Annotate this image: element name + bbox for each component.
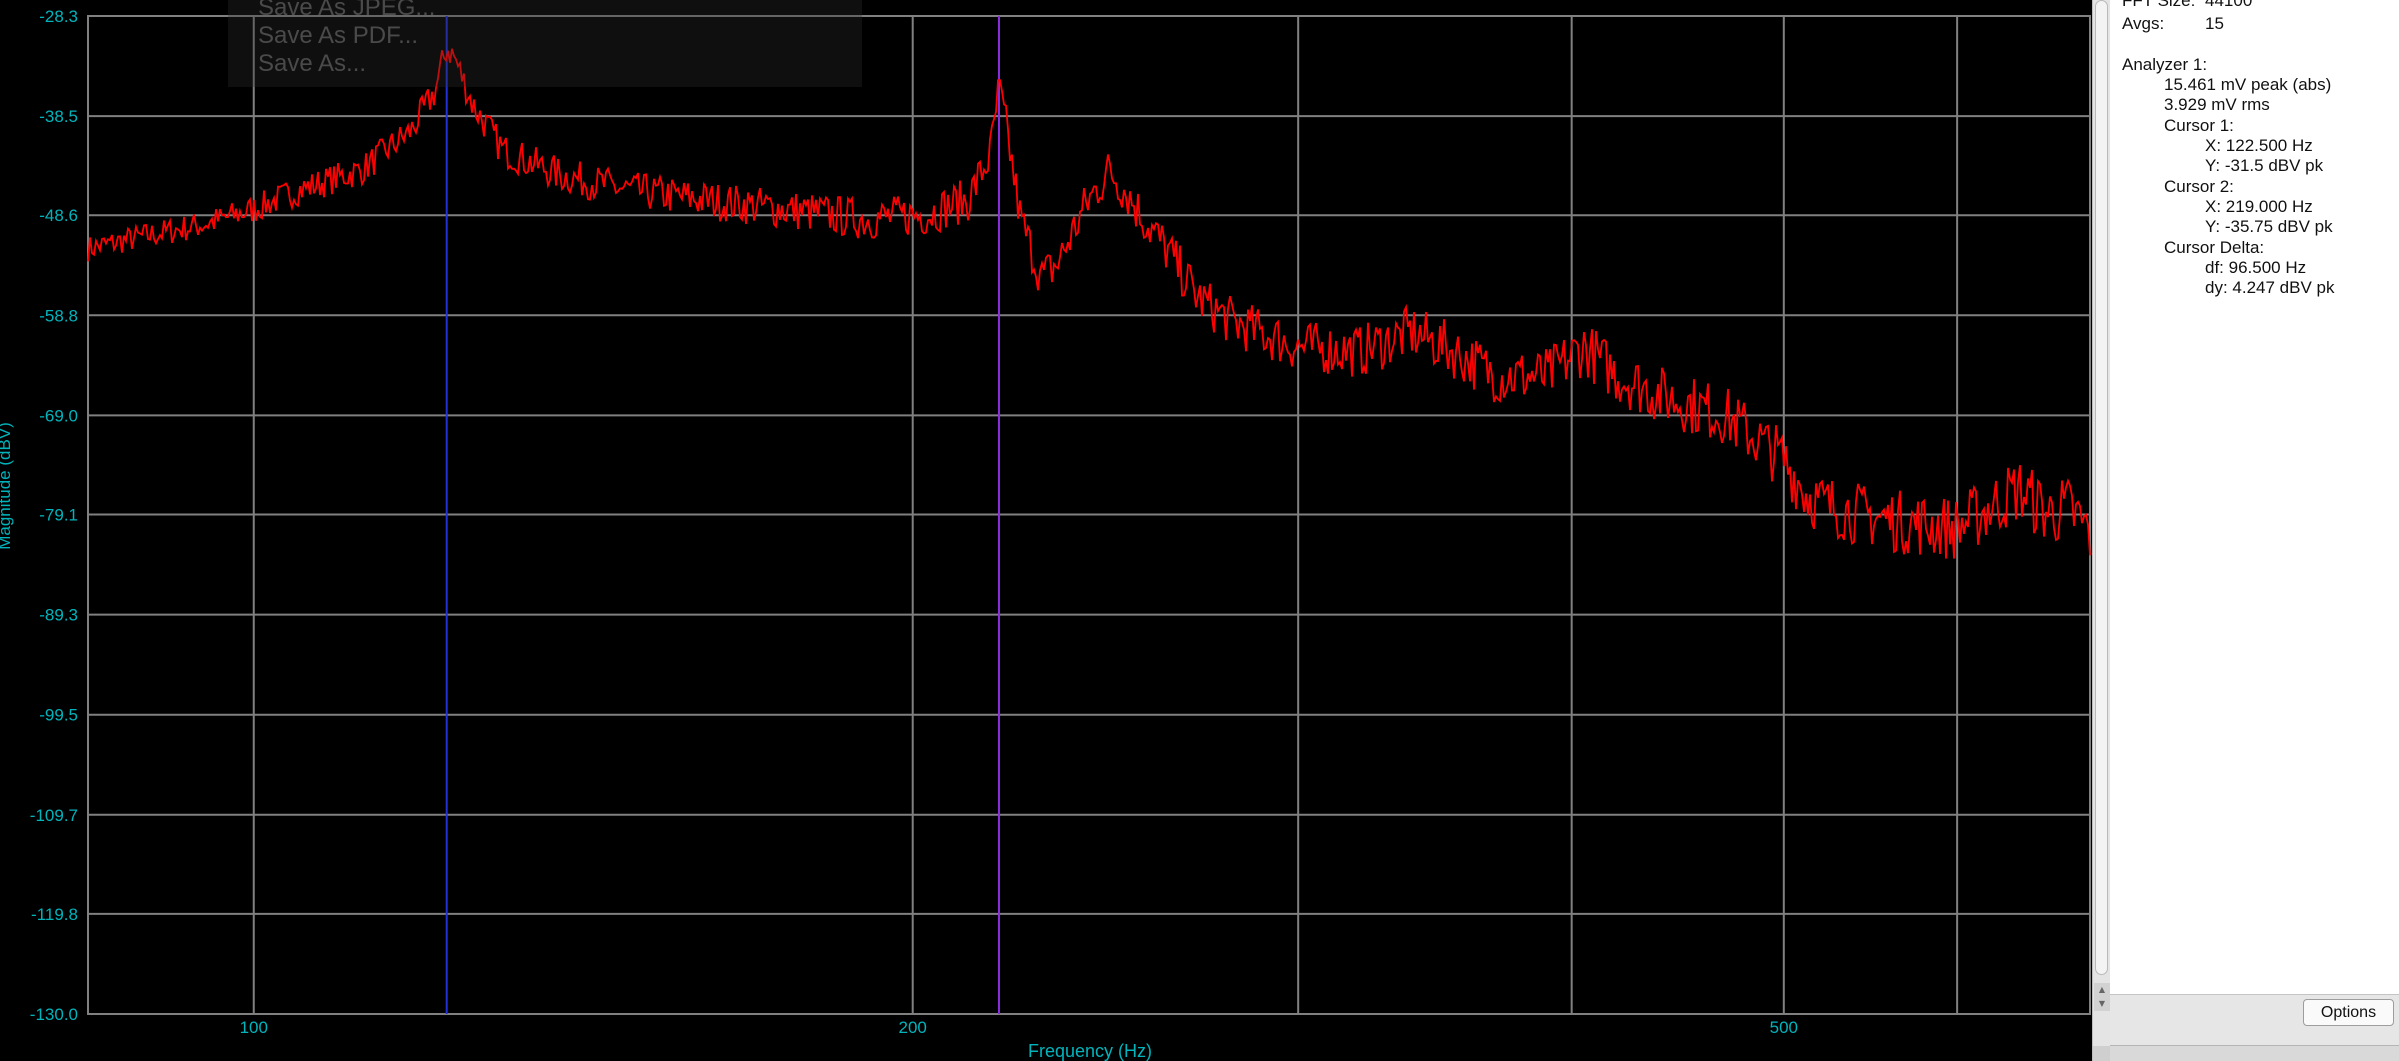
analyzer-info-panel: FFT Size: 44100 Avgs: 15 Analyzer 1: 15.… [2110, 0, 2399, 1061]
spectrum-plot-panel[interactable]: -28.3 -38.5 -48.6 -58.8 -69.0 -79.1 -89.3 -99.5… [0, 0, 2092, 1061]
menu-item-save-as: Save As... [258, 50, 367, 77]
horizontal-scrollbar[interactable] [2110, 1045, 2399, 1061]
x-tick-label: 500 [1770, 1018, 1798, 1037]
cursor1-x: X: 122.500 Hz [2205, 136, 2313, 155]
cursor2-y: Y: -35.75 dBV pk [2205, 217, 2333, 236]
x-tick-label: 100 [240, 1018, 268, 1037]
options-button[interactable]: Options [2303, 999, 2394, 1026]
scroll-arrows-icon[interactable]: ▲ ▼ [2094, 983, 2110, 1011]
y-tick-label: -89.3 [39, 606, 78, 625]
cursor1-label: Cursor 1: [2164, 116, 2234, 135]
x-axis-title: Frequency (Hz) [1028, 1041, 1152, 1061]
y-tick-label: -109.7 [30, 806, 78, 825]
cursor-delta-df: df: 96.500 Hz [2205, 258, 2307, 277]
vertical-scrollbar[interactable]: ▲ ▼ [2092, 0, 2111, 1061]
peak-reading: 15.461 mV peak (abs) [2164, 75, 2332, 94]
y-tick-label: -119.8 [31, 905, 78, 924]
x-tick-label: 200 [899, 1018, 927, 1037]
cursor-delta-label: Cursor Delta: [2164, 238, 2265, 257]
options-toolbar: Options [2110, 994, 2399, 1045]
cursor-delta-dy: dy: 4.247 dBV pk [2205, 278, 2335, 297]
scrollbar-thumb[interactable] [2095, 0, 2108, 975]
y-tick-label: -79.1 [39, 506, 78, 525]
fft-size-value: 44100 [2205, 0, 2253, 10]
analyzer-label: Analyzer 1: [2122, 55, 2208, 74]
scrollbar-corner [2093, 1046, 2111, 1061]
y-tick-labels: -28.3 -38.5 -48.6 -58.8 -69.0 -79.1 -89.3 -99.5… [30, 7, 78, 1024]
menu-item-save-pdf: Save As PDF... [258, 22, 419, 49]
cursor1-y: Y: -31.5 dBV pk [2205, 156, 2324, 175]
cursor2-x: X: 219.000 Hz [2205, 197, 2313, 216]
grid-layer [87, 15, 2091, 1015]
avgs-label: Avgs: [2122, 14, 2165, 33]
y-tick-label: -58.8 [39, 306, 78, 325]
y-tick-label: -99.5 [39, 706, 78, 725]
y-tick-label: -38.5 [39, 107, 78, 126]
y-tick-label: -130.0 [30, 1005, 78, 1024]
avgs-value: 15 [2205, 14, 2224, 33]
x-tick-labels: 100 200 500 [240, 1018, 1798, 1037]
spectrum-trace [87, 48, 2091, 559]
menu-item-save-jpeg: Save As JPEG... [258, 0, 436, 21]
cursor2-label: Cursor 2: [2164, 177, 2234, 196]
y-axis-title: Magnitude (dBV) [0, 422, 14, 550]
context-menu-ghost: Save As JPEG... Save As PDF... Save As..… [228, 0, 862, 87]
rms-reading: 3.929 mV rms [2164, 95, 2270, 114]
y-tick-label: -69.0 [39, 406, 78, 425]
y-tick-label: -28.3 [39, 7, 78, 26]
y-tick-label: -48.6 [39, 206, 78, 225]
fft-size-label: FFT Size: [2122, 0, 2196, 10]
spectrum-chart[interactable]: -28.3 -38.5 -48.6 -58.8 -69.0 -79.1 -89.3 -99.5… [0, 0, 2092, 1061]
trace-layer [87, 48, 2091, 559]
